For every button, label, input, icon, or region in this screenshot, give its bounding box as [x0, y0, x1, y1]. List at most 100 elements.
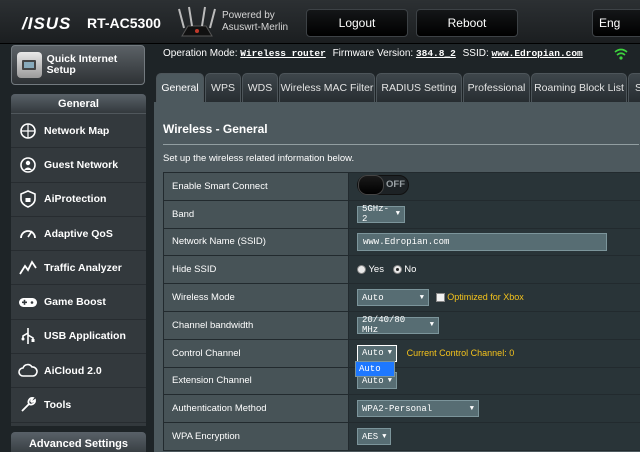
band-value: 5GHz-2: [362, 204, 390, 225]
firmware-version-label: Firmware Version:: [332, 48, 414, 59]
ssid-cell: www.Edropian.com: [348, 227, 640, 257]
chevron-down-icon: ▼: [387, 349, 392, 358]
sidebar-item-game-boost[interactable]: Game Boost: [11, 285, 146, 320]
status-bar: Operation Mode: Wireless router Firmware…: [163, 48, 583, 59]
asus-logo: /ISUS: [22, 14, 72, 33]
control-channel-select[interactable]: Auto ▼: [357, 344, 397, 362]
router-icon: [178, 6, 216, 37]
toggle-knob: [358, 174, 384, 195]
sidebar-item-usb-application[interactable]: USB Application: [11, 320, 146, 355]
sidebar-item-adaptive-qos[interactable]: Adaptive QoS: [11, 217, 146, 252]
firmware-version-link[interactable]: 384.8_2: [416, 48, 456, 59]
xbox-checkbox[interactable]: [435, 293, 445, 303]
tab-general[interactable]: General: [156, 73, 204, 103]
language-selector[interactable]: Eng: [592, 9, 640, 37]
sidebar-section-title: General: [11, 94, 146, 114]
powered-by-label: Powered by: [222, 10, 275, 21]
wireless-mode-cell: Auto ▼ Optimized for Xbox: [348, 283, 640, 312]
sidebar-item-aiprotection[interactable]: AiProtection: [11, 183, 146, 217]
sidebar-item-aicloud-2-0[interactable]: AiCloud 2.0: [11, 354, 146, 389]
hide-ssid-yes-radio[interactable]: [357, 265, 366, 275]
wrench-icon: [17, 394, 39, 416]
sidebar-item-label: AiProtection: [44, 193, 107, 206]
xbox-option-label: Optimized for Xbox: [447, 292, 524, 303]
settings-table: Enable Smart Connect OFF Band 5GHz-2 ▼ Ne…: [163, 172, 640, 451]
tab-radius-setting[interactable]: RADIUS Setting: [376, 73, 462, 102]
bandwidth-select[interactable]: 20/40/80 MHz ▼: [357, 315, 439, 336]
control-channel-dropdown: Auto: [355, 361, 395, 377]
chevron-down-icon: ▼: [382, 432, 387, 441]
powered-by-text: Powered by Asuswrt-Merlin: [222, 10, 288, 34]
band-select[interactable]: 5GHz-2 ▼: [357, 204, 405, 225]
sidebar-item-label: USB Application: [44, 330, 126, 343]
settings-row: Network Name (SSID) www.Edropian.com: [163, 227, 640, 257]
tab-more[interactable]: S: [628, 73, 640, 102]
sidebar-item-label: AiCloud 2.0: [44, 364, 102, 377]
ssid-link[interactable]: www.Edropian.com: [492, 48, 583, 59]
cloud-icon: [17, 360, 39, 382]
tab-wireless-mac-filter[interactable]: Wireless MAC Filter: [279, 73, 375, 102]
settings-row: Wireless Mode Auto ▼ Optimized for Xbox: [163, 283, 640, 312]
toggle-state: OFF: [386, 179, 405, 191]
wpa-encryption-select[interactable]: AES ▼: [357, 428, 391, 446]
sidebar-item-label: Traffic Analyzer: [44, 261, 122, 274]
bandwidth-value: 20/40/80 MHz: [362, 315, 406, 336]
chart-line-icon: [17, 257, 39, 279]
sidebar-item-guest-network[interactable]: Guest Network: [11, 148, 146, 183]
sidebar-item-label: Game Boost: [44, 296, 106, 309]
ssid-field-label: Network Name (SSID): [163, 227, 349, 257]
tab-professional[interactable]: Professional: [463, 73, 530, 102]
chevron-down-icon: ▼: [387, 376, 392, 385]
auth-method-select[interactable]: WPA2-Personal ▼: [357, 400, 479, 418]
wpa-encryption-label: WPA Encryption: [163, 422, 349, 451]
sidebar-item-label: Guest Network: [44, 158, 119, 171]
bandwidth-cell: 20/40/80 MHz ▼: [348, 310, 640, 340]
hide-ssid-yes-label: Yes: [368, 264, 384, 276]
current-control-channel: Current Control Channel: 0: [406, 347, 515, 358]
sidebar-item-label: Adaptive QoS: [44, 227, 113, 240]
hide-ssid-no-label: No: [404, 264, 417, 276]
wifi-status-icon[interactable]: [614, 47, 628, 61]
usb-icon: [17, 325, 39, 347]
chevron-down-icon: ▼: [419, 293, 424, 302]
router-model: RT-AC5300: [87, 15, 161, 31]
settings-row: Extension Channel Auto ▼: [163, 366, 640, 396]
top-header: /ISUS RT-AC5300 Powered by Asuswrt-Merli…: [0, 0, 640, 44]
wireless-mode-label: Wireless Mode: [163, 283, 349, 312]
operation-mode-label: Operation Mode:: [163, 48, 238, 59]
dropdown-option-auto[interactable]: Auto: [356, 362, 394, 376]
quick-internet-setup-button[interactable]: Quick Internet Setup: [11, 45, 145, 85]
wpa-encryption-cell: AES ▼: [348, 422, 640, 451]
wireless-mode-select[interactable]: Auto ▼: [357, 289, 429, 307]
ssid-input[interactable]: www.Edropian.com: [357, 232, 607, 251]
sidebar-menu: General Network Map Guest Network AiProtec…: [11, 94, 146, 426]
sidebar-item-tools[interactable]: Tools: [11, 388, 146, 423]
hide-ssid-no-radio[interactable]: [392, 265, 402, 275]
band-cell: 5GHz-2 ▼: [348, 199, 640, 229]
page-description: Set up the wireless related information …: [163, 153, 355, 164]
wireless-general-panel: Wireless - General Set up the wireless r…: [154, 102, 640, 452]
reboot-button[interactable]: Reboot: [416, 9, 518, 37]
settings-row: Channel bandwidth 20/40/80 MHz ▼: [163, 310, 640, 340]
quick-setup-label: Quick Internet Setup: [46, 53, 118, 76]
control-channel-value: Auto: [362, 348, 384, 359]
tab-wds[interactable]: WDS: [242, 73, 278, 102]
bandwidth-label: Channel bandwidth: [163, 310, 349, 340]
shield-lock-icon: [17, 188, 39, 210]
auth-method-value: WPA2-Personal: [362, 403, 433, 414]
chevron-down-icon: ▼: [395, 210, 400, 219]
hide-ssid-label: Hide SSID: [163, 255, 349, 285]
sidebar-item-traffic-analyzer[interactable]: Traffic Analyzer: [11, 251, 146, 286]
settings-row: Band 5GHz-2 ▼: [163, 199, 640, 229]
wpa-encryption-value: AES: [362, 431, 379, 442]
ssid-label: SSID:: [462, 48, 489, 59]
tab-wps[interactable]: WPS: [205, 73, 241, 102]
logout-button[interactable]: Logout: [306, 9, 408, 37]
tab-roaming-block-list[interactable]: Roaming Block List: [531, 73, 627, 102]
smart-connect-toggle[interactable]: OFF: [357, 174, 409, 195]
operation-mode-link[interactable]: Wireless router: [240, 48, 326, 59]
sidebar-item-network-map[interactable]: Network Map: [11, 114, 146, 149]
control-channel-label: Control Channel: [163, 338, 349, 368]
advanced-settings-header: Advanced Settings: [11, 432, 146, 452]
firmware-name: Asuswrt-Merlin: [222, 22, 289, 33]
